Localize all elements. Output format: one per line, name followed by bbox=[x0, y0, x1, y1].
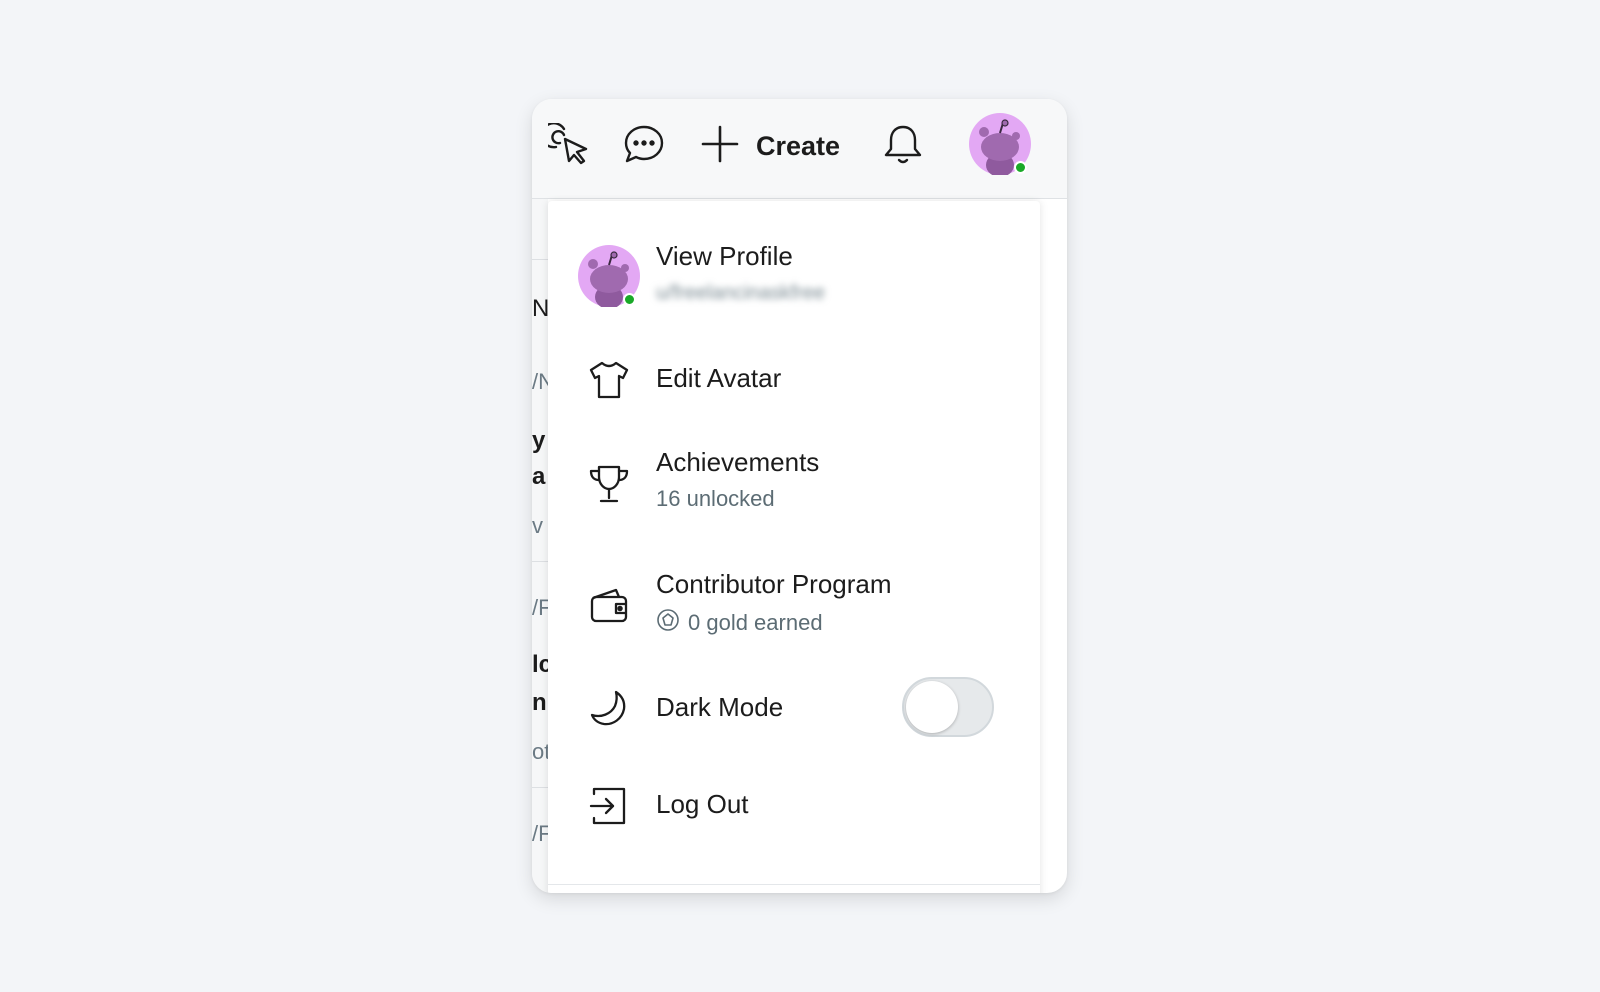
gold-earned-label: 0 gold earned bbox=[688, 610, 823, 635]
cursor-click-icon[interactable] bbox=[546, 121, 594, 169]
gold-earned-row: 0 gold earned bbox=[656, 608, 892, 638]
bg-divider bbox=[532, 561, 548, 562]
log-out-label: Log Out bbox=[656, 789, 749, 819]
bg-fragment: y bbox=[532, 427, 546, 454]
bell-icon[interactable] bbox=[879, 121, 927, 169]
achievements-count: 16 unlocked bbox=[656, 486, 775, 511]
achievements-label: Achievements bbox=[656, 447, 820, 477]
avatar bbox=[578, 245, 640, 309]
create-button[interactable]: Create bbox=[700, 121, 860, 171]
user-menu-panel: Create N /N y a v /F lc n ot /F View Pro… bbox=[532, 99, 1067, 893]
gold-badge-icon bbox=[656, 608, 680, 638]
bg-divider bbox=[532, 787, 548, 788]
user-dropdown-menu: View Profile u/freelancinaskfree Edit Av… bbox=[548, 201, 1040, 893]
username-label: u/freelancinaskfree bbox=[656, 282, 825, 304]
background-page-edge: N /N y a v /F lc n ot /F bbox=[532, 199, 554, 893]
wallet-icon bbox=[588, 585, 630, 627]
menu-item-edit-avatar[interactable]: Edit Avatar bbox=[548, 355, 1040, 405]
edit-avatar-label: Edit Avatar bbox=[656, 363, 782, 393]
menu-item-achievements[interactable]: Achievements 16 unlocked bbox=[548, 447, 1040, 517]
menu-item-log-out[interactable]: Log Out bbox=[548, 781, 1040, 831]
top-bar: Create bbox=[532, 99, 1067, 199]
menu-item-dark-mode[interactable]: Dark Mode bbox=[548, 677, 1040, 739]
log-out-icon bbox=[588, 785, 630, 827]
contributor-program-label: Contributor Program bbox=[656, 569, 892, 599]
toggle-knob bbox=[906, 681, 958, 733]
moon-icon bbox=[588, 687, 630, 729]
bg-divider bbox=[532, 259, 548, 260]
chat-icon[interactable] bbox=[620, 121, 668, 169]
menu-divider bbox=[548, 884, 1040, 885]
online-indicator bbox=[1014, 161, 1027, 174]
avatar[interactable] bbox=[969, 113, 1031, 177]
dark-mode-label: Dark Mode bbox=[656, 692, 784, 722]
view-profile-label: View Profile bbox=[656, 241, 793, 271]
bg-fragment: N bbox=[532, 295, 550, 322]
bg-fragment: v bbox=[532, 513, 543, 538]
menu-item-contributor-program[interactable]: Contributor Program 0 gold earned bbox=[548, 569, 1040, 639]
plus-icon bbox=[700, 124, 740, 169]
shirt-icon bbox=[588, 359, 630, 401]
dark-mode-toggle[interactable] bbox=[902, 677, 994, 737]
bg-fragment: n bbox=[532, 689, 547, 716]
menu-item-view-profile[interactable]: View Profile u/freelancinaskfree bbox=[548, 237, 1040, 317]
bg-fragment: a bbox=[532, 463, 546, 490]
create-label: Create bbox=[756, 130, 841, 161]
trophy-icon bbox=[588, 463, 630, 505]
online-indicator bbox=[623, 293, 636, 306]
